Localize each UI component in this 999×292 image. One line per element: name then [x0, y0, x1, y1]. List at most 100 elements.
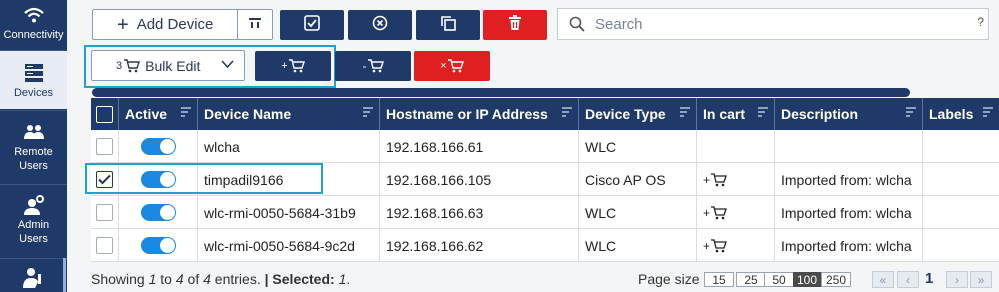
active-cell [119, 229, 198, 262]
table-row[interactable]: wlcha 192.168.166.61 WLC [91, 130, 999, 163]
in-cart-cell [697, 130, 775, 163]
row-select-cell [91, 196, 119, 229]
select-all-button[interactable] [280, 10, 344, 40]
table-row[interactable]: wlc-rmi-0050-5684-9c2d 192.168.166.62 WLC +… [91, 229, 999, 262]
search-icon [569, 16, 585, 32]
page-size-option-selected[interactable]: 100 [793, 272, 821, 287]
hostname-cell: 192.168.166.105 [380, 163, 579, 196]
sort-icon[interactable] [758, 107, 768, 119]
device-type-text: WLC [585, 138, 617, 155]
search-input[interactable]: Search ? [557, 8, 989, 40]
cart-icon [124, 58, 141, 73]
active-cell [119, 196, 198, 229]
description-cell: Imported from: wlcha [775, 163, 923, 196]
add-device-button[interactable]: + Add Device [92, 9, 239, 40]
page-size-option[interactable]: 15 [704, 272, 734, 287]
copy-icon [440, 15, 456, 35]
column-header-active[interactable]: Active [119, 98, 198, 130]
search-help-icon[interactable]: ? [977, 15, 984, 29]
active-toggle[interactable] [141, 204, 176, 221]
column-header-description[interactable]: Description [775, 98, 923, 130]
device-type-cell: WLC [579, 196, 697, 229]
hostname-cell: 192.168.166.61 [380, 130, 579, 163]
row-checkbox[interactable] [96, 237, 113, 254]
double-chevron-left-icon: « [879, 272, 887, 287]
device-type-cell: WLC [579, 229, 697, 262]
double-chevron-right-icon: » [977, 272, 985, 287]
column-header-in-cart[interactable]: In cart [697, 98, 775, 130]
sort-icon[interactable] [562, 107, 572, 119]
search-placeholder: Search [595, 15, 643, 33]
sort-icon[interactable] [983, 107, 993, 119]
select-all-checkbox[interactable] [96, 105, 113, 123]
device-type-text: WLC [585, 237, 617, 254]
horizontal-scrollbar[interactable] [92, 88, 910, 97]
labels-cell [923, 130, 999, 163]
sort-icon[interactable] [906, 107, 916, 119]
page-size-option[interactable]: 25 [736, 272, 766, 287]
column-header-device-name[interactable]: Device Name [198, 98, 380, 130]
labels-cell [923, 163, 999, 196]
row-checkbox[interactable] [96, 204, 113, 221]
add-to-cart-icon[interactable]: + [703, 239, 727, 253]
bulk-edit-label: Bulk Edit [145, 57, 201, 74]
server-icon [22, 62, 46, 84]
description-cell: Imported from: wlcha [775, 196, 923, 229]
remove-from-cart-button[interactable]: - [335, 51, 411, 81]
cart-icon [447, 59, 464, 73]
duplicate-button[interactable] [416, 10, 480, 40]
page-size-option[interactable]: 250 [821, 272, 851, 287]
sidebar-item-label: Connectivity [3, 29, 64, 41]
clear-cart-button[interactable]: × [414, 51, 490, 81]
column-header-device-type[interactable]: Device Type [579, 98, 697, 130]
row-checkbox[interactable] [96, 138, 113, 155]
cart-icon [288, 59, 305, 73]
sort-icon[interactable] [181, 107, 191, 119]
last-page-button[interactable]: » [970, 271, 992, 288]
select-all-checkbox-cell [91, 98, 119, 130]
sidebar-item-remote-users[interactable]: Remote Users [0, 121, 67, 181]
device-name-text: wlc-rmi-0050-5684-31b9 [204, 204, 356, 221]
bulk-edit-dropdown[interactable]: 3 Bulk Edit [91, 50, 245, 81]
column-header-labels[interactable]: Labels [923, 98, 999, 130]
sort-icon[interactable] [680, 107, 690, 119]
deselect-button[interactable] [348, 10, 412, 40]
sidebar-scrollbar[interactable] [63, 258, 66, 292]
sidebar-item-admin-users[interactable]: Admin Users [0, 194, 67, 254]
clear-cart-sign: × [440, 60, 447, 72]
current-page[interactable]: 1 [925, 270, 933, 287]
table-row[interactable]: wlc-rmi-0050-5684-31b9 192.168.166.63 WLC +… [91, 196, 999, 229]
active-toggle[interactable] [141, 138, 176, 155]
trash-icon [508, 15, 522, 35]
description-cell: Imported from: wlcha [775, 229, 923, 262]
sort-icon[interactable] [363, 107, 373, 119]
add-to-cart-button[interactable]: + [255, 51, 331, 81]
previous-page-button[interactable]: ‹ [897, 271, 919, 288]
checkbox-checked-icon [304, 15, 320, 35]
device-name-text: wlcha [204, 138, 240, 155]
in-cart-cell: + [697, 163, 775, 196]
hostname-text: 192.168.166.62 [386, 237, 484, 254]
active-cell [119, 130, 198, 163]
delete-button[interactable] [483, 10, 547, 40]
page-size-option[interactable]: 50 [764, 272, 794, 287]
sidebar-item-user-keys[interactable] [0, 266, 67, 292]
first-page-button[interactable]: « [872, 271, 894, 288]
description-cell [775, 130, 923, 163]
sidebar-item-connectivity[interactable]: Connectivity [0, 4, 67, 48]
import-button[interactable] [237, 9, 273, 40]
description-text: Imported from: wlcha [781, 171, 912, 188]
add-to-cart-icon[interactable]: + [703, 173, 727, 187]
device-name-cell: wlc-rmi-0050-5684-31b9 [198, 196, 380, 229]
in-cart-cell: + [697, 196, 775, 229]
column-header-hostname[interactable]: Hostname or IP Address [380, 98, 579, 130]
add-to-cart-icon[interactable]: + [703, 206, 727, 220]
row-select-cell [91, 229, 119, 262]
entries-summary: Showing 1 to 4 of 4 entries. | Selected:… [91, 271, 351, 287]
next-page-button[interactable]: › [946, 271, 968, 288]
chevron-down-icon [221, 60, 234, 69]
device-name-text: wlc-rmi-0050-5684-9c2d [204, 237, 355, 254]
active-toggle[interactable] [141, 237, 176, 254]
sidebar-item-devices[interactable]: Devices [0, 51, 67, 109]
nav-divider [0, 258, 67, 259]
